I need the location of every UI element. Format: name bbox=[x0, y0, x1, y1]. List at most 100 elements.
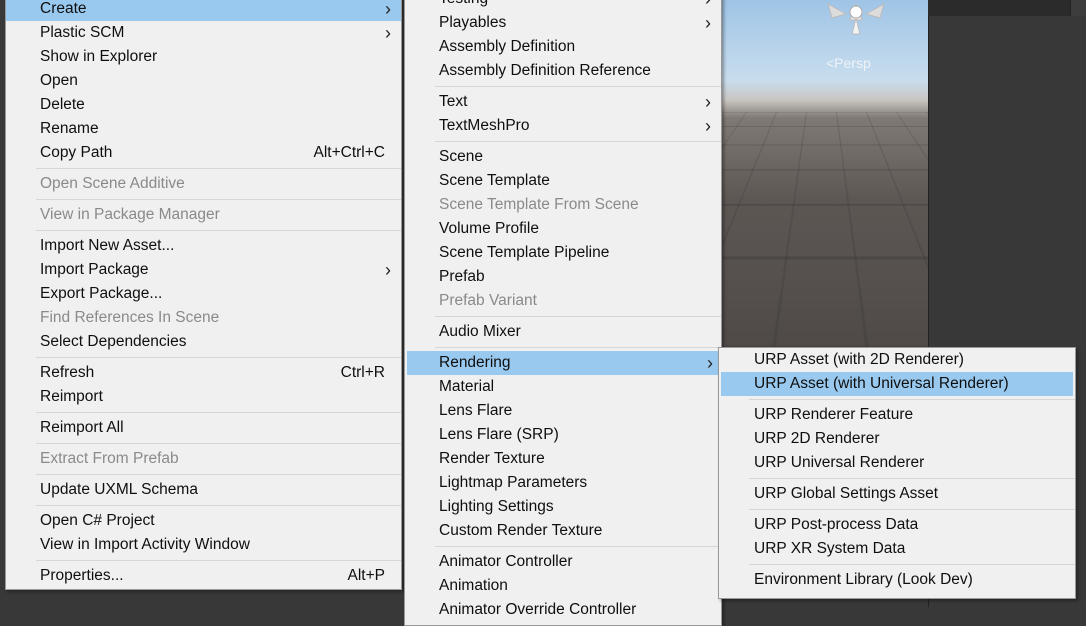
create-menu-item-scene-template-from-scene: Scene Template From Scene bbox=[405, 193, 721, 217]
create-menu-item-textmeshpro[interactable]: TextMeshPro › bbox=[405, 114, 721, 138]
create-menu-item-animator-override-controller[interactable]: Animator Override Controller bbox=[405, 598, 721, 622]
menu-separator bbox=[6, 409, 401, 416]
menu-item-label: Prefab Variant bbox=[439, 292, 537, 309]
menu-item-label: URP Global Settings Asset bbox=[754, 485, 939, 502]
create-menu-item-scene-template[interactable]: Scene Template bbox=[405, 169, 721, 193]
main-menu-item-export-package[interactable]: Export Package... bbox=[6, 282, 401, 306]
create-menu-item-assembly-definition-reference[interactable]: Assembly Definition Reference bbox=[405, 59, 721, 83]
main-menu-item-create[interactable]: Create › bbox=[6, 0, 401, 21]
create-menu-item-scene-template-pipeline[interactable]: Scene Template Pipeline bbox=[405, 241, 721, 265]
main-menu-item-view-in-package-manager: View in Package Manager bbox=[6, 203, 401, 227]
rendering-menu-item-urp-renderer-feature[interactable]: URP Renderer Feature bbox=[719, 403, 1075, 427]
menu-item-shortcut: Alt+P bbox=[347, 567, 385, 584]
scene-view[interactable] bbox=[716, 0, 928, 347]
main-menu-item-view-in-import-activity-window[interactable]: View in Import Activity Window bbox=[6, 533, 401, 557]
create-menu-item-animator-controller[interactable]: Animator Controller bbox=[405, 550, 721, 574]
create-menu-item-lighting-settings[interactable]: Lighting Settings bbox=[405, 495, 721, 519]
menu-separator bbox=[719, 506, 1075, 513]
rendering-menu-item-urp-post-process-data[interactable]: URP Post-process Data bbox=[719, 513, 1075, 537]
main-menu-item-find-references-in-scene: Find References In Scene bbox=[6, 306, 401, 330]
menu-item-label: Animator Override Controller bbox=[439, 601, 637, 618]
rendering-menu-item-urp-global-settings-asset[interactable]: URP Global Settings Asset bbox=[719, 482, 1075, 506]
menu-item-label: Extract From Prefab bbox=[40, 450, 179, 467]
menu-item-label: Delete bbox=[40, 96, 85, 113]
create-menu-item-custom-render-texture[interactable]: Custom Render Texture bbox=[405, 519, 721, 543]
main-menu-item-reimport-all[interactable]: Reimport All bbox=[6, 416, 401, 440]
menu-item-label: Properties... bbox=[40, 567, 124, 584]
menu-item-label: Animator Controller bbox=[439, 553, 573, 570]
menu-item-label: Open bbox=[40, 72, 78, 89]
main-menu-item-plastic-scm[interactable]: Plastic SCM › bbox=[6, 21, 401, 45]
create-menu-item-testing[interactable]: Testing › bbox=[405, 0, 721, 11]
menu-separator bbox=[6, 354, 401, 361]
menu-item-label: Volume Profile bbox=[439, 220, 539, 237]
main-menu-item-update-uxml-schema[interactable]: Update UXML Schema bbox=[6, 478, 401, 502]
create-menu-item-material[interactable]: Material bbox=[405, 375, 721, 399]
persp-label[interactable]: <Persp bbox=[826, 55, 871, 71]
inspector-header-button[interactable] bbox=[1070, 0, 1086, 16]
main-menu-item-refresh[interactable]: Refresh Ctrl+R bbox=[6, 361, 401, 385]
menu-item-label: URP 2D Renderer bbox=[754, 430, 880, 447]
menu-item-label: Update UXML Schema bbox=[40, 481, 198, 498]
main-menu-item-reimport[interactable]: Reimport bbox=[6, 385, 401, 409]
menu-separator bbox=[6, 227, 401, 234]
create-menu-item-prefab[interactable]: Prefab bbox=[405, 265, 721, 289]
rendering-menu-item-urp-2d-renderer[interactable]: URP 2D Renderer bbox=[719, 427, 1075, 451]
main-menu-item-show-in-explorer[interactable]: Show in Explorer bbox=[6, 45, 401, 69]
menu-item-label: Plastic SCM bbox=[40, 24, 125, 41]
main-menu-item-copy-path[interactable]: Copy Path Alt+Ctrl+C bbox=[6, 141, 401, 165]
main-menu-item-open-c-project[interactable]: Open C# Project bbox=[6, 509, 401, 533]
main-menu-item-properties[interactable]: Properties... Alt+P bbox=[6, 564, 401, 588]
menu-separator bbox=[6, 557, 401, 564]
create-menu-item-rendering[interactable]: Rendering › bbox=[407, 351, 723, 375]
create-menu-item-scene[interactable]: Scene bbox=[405, 145, 721, 169]
main-menu-item-open[interactable]: Open bbox=[6, 69, 401, 93]
create-menu-item-audio-mixer[interactable]: Audio Mixer bbox=[405, 320, 721, 344]
create-menu-item-lens-flare-srp[interactable]: Lens Flare (SRP) bbox=[405, 423, 721, 447]
menu-item-label: Create bbox=[40, 0, 87, 17]
chevron-right-icon: › bbox=[385, 260, 391, 280]
create-menu-item-lightmap-parameters[interactable]: Lightmap Parameters bbox=[405, 471, 721, 495]
create-menu-item-render-texture[interactable]: Render Texture bbox=[405, 447, 721, 471]
menu-item-label: Select Dependencies bbox=[40, 333, 187, 350]
create-menu-item-playables[interactable]: Playables › bbox=[405, 11, 721, 35]
main-menu-item-import-new-asset[interactable]: Import New Asset... bbox=[6, 234, 401, 258]
main-menu-item-delete[interactable]: Delete bbox=[6, 93, 401, 117]
menu-separator bbox=[719, 561, 1075, 568]
main-menu-item-open-scene-additive: Open Scene Additive bbox=[6, 172, 401, 196]
inspector-header bbox=[928, 0, 1086, 16]
main-menu-item-import-package[interactable]: Import Package › bbox=[6, 258, 401, 282]
menu-item-label: Audio Mixer bbox=[439, 323, 521, 340]
create-menu-item-volume-profile[interactable]: Volume Profile bbox=[405, 217, 721, 241]
create-menu-item-assembly-definition[interactable]: Assembly Definition bbox=[405, 35, 721, 59]
menu-item-label: Show in Explorer bbox=[40, 48, 158, 65]
menu-item-label: Find References In Scene bbox=[40, 309, 220, 326]
menu-item-label: Rendering bbox=[439, 354, 511, 371]
menu-item-label: Refresh bbox=[40, 364, 95, 381]
rendering-menu-item-environment-library-look-dev[interactable]: Environment Library (Look Dev) bbox=[719, 568, 1075, 592]
menu-separator bbox=[6, 471, 401, 478]
menu-separator bbox=[6, 440, 401, 447]
orientation-gizmo-icon[interactable] bbox=[820, 0, 892, 36]
menu-item-label: Animation bbox=[439, 577, 508, 594]
create-menu-item-animation[interactable]: Animation bbox=[405, 574, 721, 598]
menu-item-label: Lighting Settings bbox=[439, 498, 554, 515]
menu-item-label: Assembly Definition Reference bbox=[439, 62, 651, 79]
create-submenu: Testing › Playables › Assembly Definition Ass… bbox=[404, 0, 723, 626]
chevron-right-icon: › bbox=[385, 23, 391, 43]
rendering-menu-item-urp-xr-system-data[interactable]: URP XR System Data bbox=[719, 537, 1075, 561]
rendering-menu-item-urp-asset-with-universal-renderer[interactable]: URP Asset (with Universal Renderer) bbox=[721, 372, 1073, 396]
chevron-right-icon: › bbox=[705, 116, 711, 136]
main-menu-item-select-dependencies[interactable]: Select Dependencies bbox=[6, 330, 401, 354]
menu-item-shortcut: Ctrl+R bbox=[340, 364, 385, 381]
menu-item-label: URP Post-process Data bbox=[754, 516, 919, 533]
menu-item-label: Prefab bbox=[439, 268, 485, 285]
menu-item-label: URP Renderer Feature bbox=[754, 406, 914, 423]
chevron-right-icon: › bbox=[705, 13, 711, 33]
menu-item-label: Copy Path bbox=[40, 144, 113, 161]
rendering-menu-item-urp-asset-with-2d-renderer[interactable]: URP Asset (with 2D Renderer) bbox=[719, 348, 1075, 372]
create-menu-item-text[interactable]: Text › bbox=[405, 90, 721, 114]
main-menu-item-rename[interactable]: Rename bbox=[6, 117, 401, 141]
rendering-menu-item-urp-universal-renderer[interactable]: URP Universal Renderer bbox=[719, 451, 1075, 475]
create-menu-item-lens-flare[interactable]: Lens Flare bbox=[405, 399, 721, 423]
